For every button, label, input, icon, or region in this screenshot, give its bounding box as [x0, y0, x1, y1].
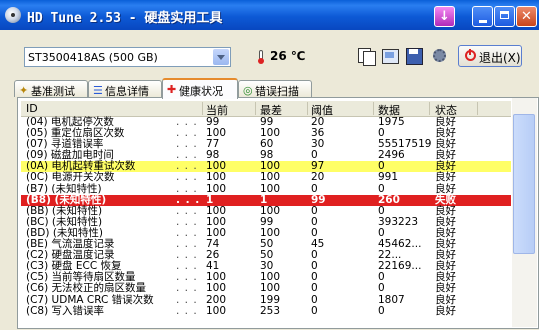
minimize-icon: [479, 20, 487, 23]
cell-data: 991: [378, 171, 399, 184]
cell-current: 100: [206, 171, 227, 184]
cell-id: (C6) 无法校正的扇区数量: [26, 282, 147, 295]
cell-current: 1: [206, 193, 214, 206]
cell-current: 100: [206, 182, 227, 195]
exit-button[interactable]: 退出(X): [458, 45, 522, 67]
cell-id: (C8) 写入错误率: [26, 304, 105, 317]
cell-data: 0: [378, 304, 385, 317]
maximize-icon: [500, 11, 509, 19]
tab-error-scan[interactable]: ◎ 错误扫描: [238, 80, 312, 98]
save-icon[interactable]: [405, 47, 423, 65]
cell-current: 100: [206, 304, 227, 317]
title-bar[interactable]: HD Tune 2.53 - 硬盘实用工具 ↓ ✕: [0, 0, 539, 30]
close-icon: ✕: [521, 9, 532, 24]
settings-icon[interactable]: [431, 47, 449, 65]
cell-worst: 100: [260, 171, 281, 184]
cell-status: 良好: [435, 282, 456, 295]
maximize-button[interactable]: [494, 6, 515, 27]
download-button[interactable]: ↓: [434, 6, 455, 27]
cell-threshold: 20: [311, 171, 325, 184]
tab-health[interactable]: ✚ 健康状况: [162, 78, 238, 99]
temperature-readout: 26 ℃: [270, 49, 306, 63]
cell-worst: 100: [260, 282, 281, 295]
close-button[interactable]: ✕: [516, 6, 537, 27]
cell-threshold: 0: [311, 293, 318, 306]
table-header: ID 当前 最差 阈值 数据 状态: [21, 101, 511, 117]
row-dots: . . .: [176, 171, 198, 184]
row-dots: . . .: [176, 304, 198, 317]
window-title: HD Tune 2.53 - 硬盘实用工具: [27, 11, 223, 26]
cell-worst: 1: [260, 193, 268, 206]
row-dots: . . .: [176, 293, 198, 306]
benchmark-icon: ✦: [19, 84, 29, 97]
table-row[interactable]: (B7) (未知特性) 100 100 0 0 良好 . . .: [21, 182, 511, 195]
table-row[interactable]: (C8) 写入错误率 100 253 0 0 良好 . . .: [21, 304, 511, 317]
cell-id: (B8) (未知特性): [26, 193, 107, 206]
cell-data: 260: [378, 193, 400, 206]
table-body: (04) 电机起停次数 99 99 20 1975 良好. . . (05) 重定位扇区次数…: [21, 117, 511, 317]
download-arrow-icon: ↓: [439, 9, 450, 24]
cell-id: (0C) 电源开关次数: [26, 171, 115, 184]
thermometer-icon: [258, 50, 264, 64]
tab-info[interactable]: ☰ 信息详情: [88, 80, 162, 98]
vertical-scrollbar[interactable]: [512, 98, 537, 327]
scan-icon: ◎: [243, 84, 253, 97]
scrollbar-thumb[interactable]: [513, 114, 535, 254]
cell-worst: 253: [260, 304, 281, 317]
table-row[interactable]: (C7) UDMA CRC 错误次数 200 199 0 1807 良好 . . .: [21, 293, 511, 306]
health-icon: ✚: [167, 83, 177, 96]
cell-status: 良好: [435, 293, 456, 306]
cell-id: (B7) (未知特性): [26, 182, 102, 195]
table-row[interactable]: (0C) 电源开关次数 100 100 20 991 良好 . . .: [21, 172, 511, 183]
screenshot-icon[interactable]: [381, 47, 399, 65]
tab-strip: ✦ 基准测试 ☰ 信息详情 ✚ 健康状况 ◎ 错误扫描: [0, 78, 539, 99]
cell-threshold: 0: [311, 304, 318, 317]
cell-threshold: 0: [311, 182, 318, 195]
copy-icon[interactable]: [357, 47, 376, 66]
minimize-button[interactable]: [472, 6, 493, 27]
cell-current: 200: [206, 293, 227, 306]
row-dots: . . .: [176, 182, 198, 195]
exit-button-label: 退出(X): [479, 51, 521, 65]
tab-label: 健康状况: [179, 85, 223, 98]
smart-table[interactable]: ID 当前 最差 阈值 数据 状态 (04) 电机起停次数 99 99 20 1975 良…: [21, 101, 511, 330]
power-icon: [465, 49, 476, 61]
row-dots: . . .: [176, 282, 198, 295]
cell-data: 0: [378, 182, 385, 195]
cell-status: 良好: [435, 182, 456, 195]
info-icon: ☰: [93, 84, 103, 97]
tab-benchmark[interactable]: ✦ 基准测试: [14, 80, 88, 98]
cell-id: (C7) UDMA CRC 错误次数: [26, 293, 154, 306]
cell-threshold: 0: [311, 282, 318, 295]
cell-data: 0: [378, 282, 385, 295]
cell-worst: 100: [260, 182, 281, 195]
cell-status: 良好: [435, 171, 456, 184]
cell-status: 失败: [435, 193, 456, 206]
table-row[interactable]: (C6) 无法校正的扇区数量 100 100 0 0 良好 . . .: [21, 283, 511, 294]
chevron-down-icon[interactable]: [213, 49, 229, 65]
cell-current: 100: [206, 282, 227, 295]
drive-select-value: ST3500418AS (500 GB): [28, 51, 158, 64]
cell-threshold: 99: [311, 193, 326, 206]
drive-select[interactable]: ST3500418AS (500 GB): [24, 47, 231, 67]
cell-worst: 199: [260, 293, 281, 306]
disk-icon: [5, 7, 21, 23]
toolbar: ST3500418AS (500 GB) 26 ℃ 退出(X): [0, 30, 539, 82]
health-panel: ID 当前 最差 阈值 数据 状态 (04) 电机起停次数 99 99 20 1975 良…: [17, 97, 539, 329]
column-header-id[interactable]: ID: [26, 102, 38, 115]
cell-status: 良好: [435, 304, 456, 317]
cell-data: 1807: [378, 293, 405, 306]
row-dots: . . .: [176, 193, 201, 206]
